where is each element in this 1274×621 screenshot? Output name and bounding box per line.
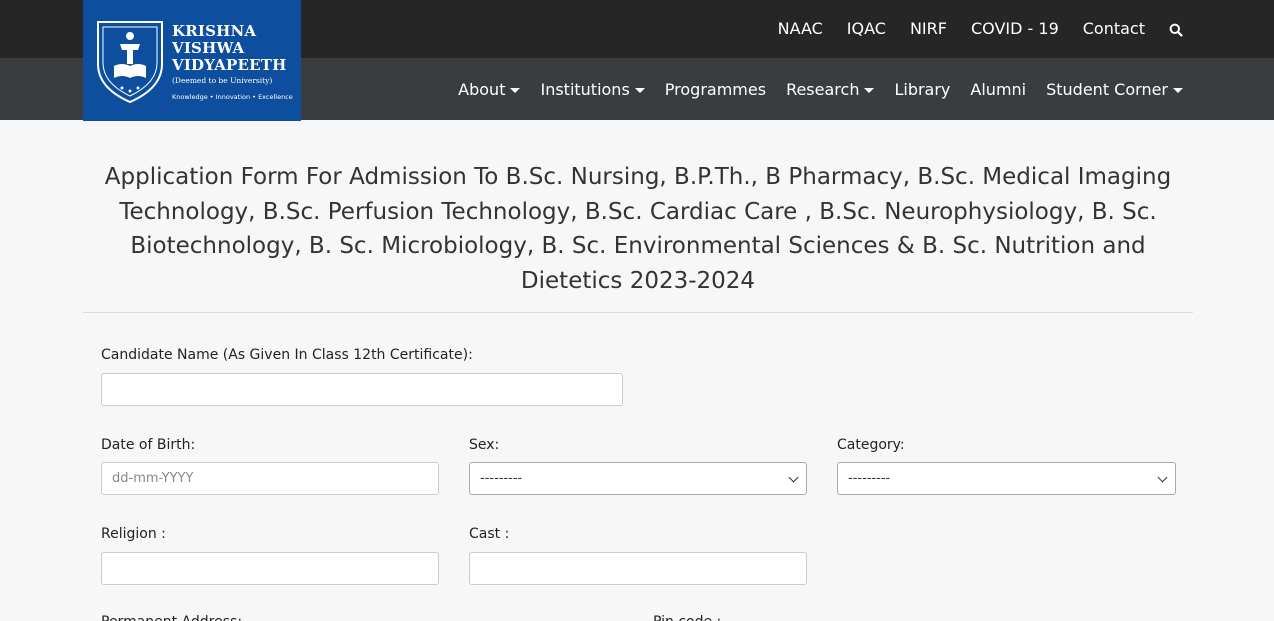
- nav-label: About: [458, 80, 506, 99]
- nav-label: Library: [894, 80, 951, 99]
- caret-down-icon: [510, 87, 521, 93]
- top-link-contact[interactable]: Contact: [1083, 18, 1145, 40]
- logo-line-3: VIDYAPEETH: [172, 56, 287, 74]
- pincode-label: Pin code :: [653, 613, 721, 621]
- category-select-value: ---------: [848, 471, 891, 486]
- nav-label: Programmes: [664, 80, 767, 99]
- dob-input[interactable]: [101, 462, 439, 495]
- nav-item-library[interactable]: Library: [894, 79, 950, 101]
- cast-label: Cast :: [469, 526, 510, 542]
- caret-down-icon: [864, 87, 875, 93]
- dob-label: Date of Birth:: [101, 437, 196, 453]
- nav-item-about[interactable]: About: [458, 79, 521, 101]
- candidate-name-input[interactable]: [101, 373, 623, 406]
- sex-select[interactable]: ---------: [469, 462, 807, 495]
- logo-line-2: VISHWA: [172, 39, 245, 57]
- top-link-nirf[interactable]: NIRF: [910, 18, 947, 40]
- nav-item-research[interactable]: Research: [786, 79, 875, 101]
- logo-subtitle: (Deemed to be University): [172, 76, 273, 85]
- nav-label: Alumni: [970, 80, 1027, 99]
- title-divider: [83, 312, 1193, 313]
- main-nav: About Institutions Programmes Research L…: [438, 79, 1183, 101]
- emblem-icon: [97, 21, 163, 104]
- university-logo[interactable]: KRISHNA VISHWA VIDYAPEETH (Deemed to be …: [83, 0, 301, 121]
- category-label: Category:: [837, 437, 905, 453]
- sex-label: Sex:: [469, 437, 500, 453]
- religion-label: Religion :: [101, 526, 166, 542]
- chevron-down-icon: [1157, 472, 1168, 483]
- nav-item-programmes[interactable]: Programmes: [665, 79, 766, 101]
- top-link-covid[interactable]: COVID - 19: [971, 18, 1059, 40]
- top-link-iqac[interactable]: IQAC: [847, 18, 886, 40]
- address-label: Permanent Address:: [101, 613, 242, 621]
- logo-tagline: Knowledge • Innovation • Excellence: [172, 93, 293, 101]
- cast-input[interactable]: [469, 552, 807, 585]
- nav-item-student-corner[interactable]: Student Corner: [1046, 79, 1183, 101]
- top-link-naac[interactable]: NAAC: [778, 18, 823, 40]
- religion-input[interactable]: [101, 552, 439, 585]
- nav-item-institutions[interactable]: Institutions: [540, 79, 645, 101]
- nav-label: Institutions: [540, 80, 630, 99]
- page-title: Application Form For Admission To B.Sc. …: [104, 164, 1172, 294]
- nav-label: Student Corner: [1046, 80, 1168, 99]
- nav-item-alumni[interactable]: Alumni: [970, 79, 1026, 101]
- top-links: NAAC IQAC NIRF COVID - 19 Contact: [754, 18, 1183, 40]
- sex-select-value: ---------: [480, 471, 523, 486]
- nav-label: Research: [786, 80, 860, 99]
- search-icon[interactable]: [1169, 22, 1183, 37]
- caret-down-icon: [634, 87, 645, 93]
- category-select[interactable]: ---------: [837, 462, 1176, 495]
- candidate-name-label: Candidate Name (As Given In Class 12th C…: [101, 347, 473, 363]
- caret-down-icon: [1173, 87, 1183, 93]
- chevron-down-icon: [788, 472, 799, 483]
- logo-line-1: KRISHNA: [172, 22, 257, 40]
